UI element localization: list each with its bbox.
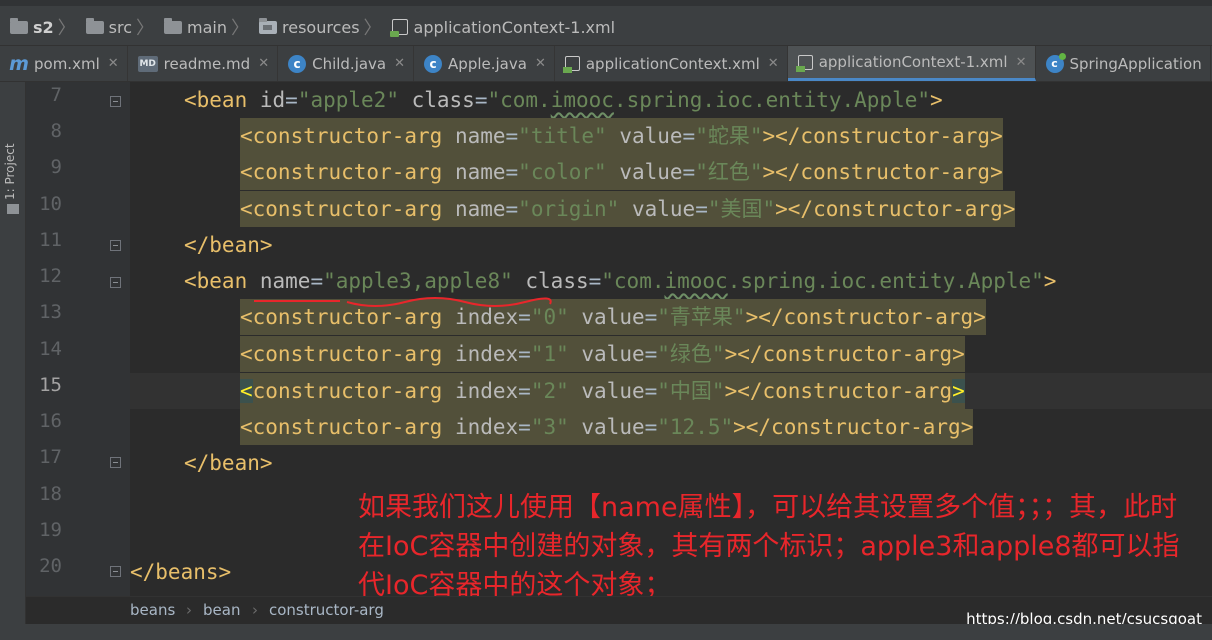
tab-readme-md[interactable]: MD readme.md ✕ [128,46,279,81]
line-number: 8 [50,120,62,142]
chevron-right-icon: 〉 [57,18,76,39]
fold-marker-icon[interactable] [110,240,121,251]
folder-icon [164,17,183,34]
code-line-11: </bean> [184,233,273,257]
navigation-bar: s2 〉 src 〉 main 〉 resources 〉 applicatio… [0,0,1212,46]
tab-pom-xml[interactable]: m pom.xml ✕ [0,46,128,81]
annotation-note: 如果我们这儿使用【name属性】，可以给其设置多个值；；；其，此时在IoC容器中… [358,492,1180,601]
fold-marker-icon[interactable] [110,457,121,468]
breadcrumb-bean[interactable]: bean [203,601,240,619]
close-icon[interactable]: ✕ [1016,55,1027,70]
line-number-current: 15 [39,374,62,396]
chevron-right-icon: › [252,601,258,619]
line-number: 19 [39,519,62,541]
menu-strip [0,0,1212,6]
line-number: 17 [39,446,62,468]
resources-folder-icon [259,17,277,34]
breadcrumb-constructor-arg[interactable]: constructor-arg [269,601,384,619]
code-line-9: <constructor-arg name="color" value="红色"… [240,154,1003,190]
tab-applicationcontext-1-xml[interactable]: applicationContext-1.xml ✕ [787,46,1036,81]
editor-tab-bar: m pom.xml ✕ MD readme.md ✕ c Child.java … [0,46,1212,82]
fold-marker-icon[interactable] [110,277,121,288]
code-line-14: <constructor-arg index="1" value="绿色"></… [240,336,965,372]
breadcrumb-item-src[interactable]: src 〉 [85,14,160,40]
breadcrumb-item-main[interactable]: main 〉 [164,14,255,40]
close-icon[interactable]: ✕ [535,56,546,71]
project-folder-icon [7,204,19,214]
xml-file-icon [389,19,408,37]
line-number: 18 [39,483,62,505]
line-number: 7 [50,84,62,106]
chevron-right-icon: 〉 [231,18,249,39]
close-icon[interactable]: ✕ [258,56,269,71]
xml-file-icon [795,54,813,72]
tab-applicationcontext-xml[interactable]: applicationContext.xml ✕ [555,46,788,81]
folder-icon [85,17,104,34]
class-icon: c [424,54,443,73]
breadcrumb-item-s2[interactable]: s2 〉 [10,14,82,40]
tool-window-tabs [0,624,1212,640]
line-number: 10 [39,193,62,215]
class-icon: c [288,54,307,73]
breadcrumb-item-file[interactable]: applicationContext-1.xml [389,18,615,37]
xml-file-icon [562,56,580,73]
annotation-squiggle [346,297,552,307]
spring-class-icon: c [1045,52,1066,73]
folder-icon [10,17,28,34]
breadcrumb: s2 〉 src 〉 main 〉 resources 〉 applicatio… [10,14,619,40]
code-line-12: <bean name="apple3,apple8" class="com.im… [184,269,1057,293]
line-number: 11 [39,229,62,251]
tab-springapplication[interactable]: c SpringApplication [1036,46,1211,81]
line-number: 13 [39,301,62,323]
chevron-right-icon: › [186,601,192,619]
close-icon[interactable]: ✕ [394,56,405,71]
fold-marker-icon[interactable] [110,96,121,107]
project-tool-button[interactable]: 1: Project [3,143,17,200]
code-line-17: </bean> [184,451,273,475]
tab-apple-java[interactable]: c Apple.java ✕ [414,46,555,81]
breadcrumb-item-resources[interactable]: resources 〉 [259,14,388,40]
line-number: 20 [39,555,62,577]
breadcrumb-beans[interactable]: beans [130,601,175,619]
fold-marker-icon[interactable] [110,566,121,577]
annotation-underline [254,300,340,302]
line-number: 14 [39,338,62,360]
code-line-16: <constructor-arg index="3" value="12.5">… [240,409,974,445]
line-number: 16 [39,410,62,432]
close-icon[interactable]: ✕ [108,56,119,71]
code-line-7: <bean id="apple2" class="com.imooc.sprin… [184,88,943,112]
maven-icon: m [9,52,29,75]
line-number: 12 [39,265,62,287]
code-line-8: <constructor-arg name="title" value="蛇果"… [240,118,1003,154]
chevron-right-icon: 〉 [136,18,155,39]
line-number: 9 [50,156,62,178]
code-line-20: </beans> [130,560,232,584]
tab-child-java[interactable]: c Child.java ✕ [278,46,415,81]
markdown-icon: MD [137,55,158,72]
chevron-right-icon: 〉 [363,18,382,39]
close-icon[interactable]: ✕ [768,56,779,71]
code-line-15: <constructor-arg index="2" value="中国"></… [240,373,965,409]
code-line-10: <constructor-arg name="origin" value="美国… [240,191,1016,227]
tool-window-strip: 1: Project [0,82,26,640]
